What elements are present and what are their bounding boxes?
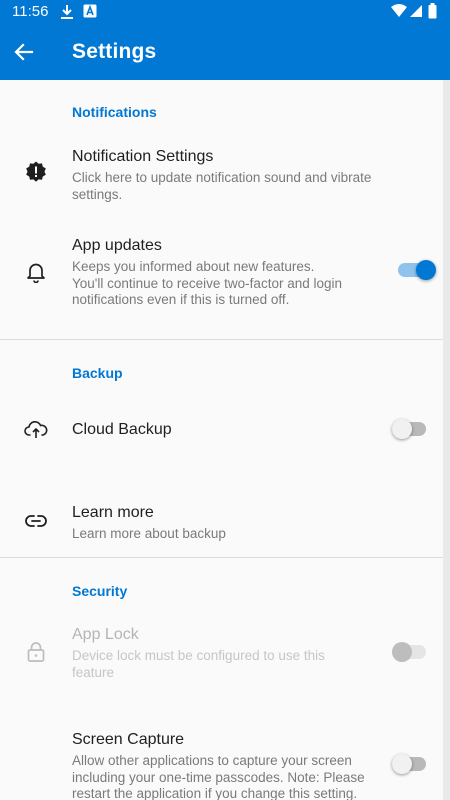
setting-screen-capture[interactable]: Screen Capture Allow other applications … — [0, 728, 443, 800]
section-header-backup: Backup — [72, 365, 123, 381]
setting-title: Screen Capture — [72, 731, 185, 748]
settings-list[interactable]: Notifications Notification Settings Clic… — [0, 80, 443, 800]
status-bar: 11:56 — [0, 0, 450, 24]
setting-subtitle: Keeps you informed about new features. Y… — [72, 259, 392, 309]
subtitle-line: restart the application if you change th… — [72, 786, 358, 800]
alert-badge-icon — [24, 160, 48, 184]
subtitle-line: You'll continue to receive two-factor an… — [72, 275, 342, 291]
cloud-backup-toggle[interactable] — [392, 417, 426, 441]
app-bar: 11:56 Settings — [0, 0, 450, 80]
screen-capture-toggle[interactable] — [392, 752, 426, 776]
subtitle-line: Keeps you informed about new features. — [72, 259, 315, 274]
setting-subtitle: Learn more about backup — [72, 526, 226, 541]
divider — [0, 557, 443, 558]
lock-icon — [24, 640, 48, 664]
subtitle-line: Device lock must be configured to use th… — [72, 648, 325, 663]
section-header-security: Security — [72, 583, 128, 599]
back-button[interactable] — [10, 38, 38, 66]
app-updates-toggle[interactable] — [398, 258, 436, 282]
setting-title: App Lock — [72, 626, 139, 643]
wifi-icon — [391, 4, 407, 22]
setting-app-lock[interactable]: App Lock Device lock must be configured … — [0, 620, 443, 690]
setting-learn-more[interactable]: Learn more Learn more about backup — [0, 495, 443, 555]
setting-app-updates[interactable]: App updates Keeps you informed about new… — [0, 228, 443, 320]
setting-title: Cloud Backup — [72, 421, 172, 438]
subtitle-line: notifications even if this is turned off… — [72, 292, 290, 307]
bell-icon — [24, 260, 48, 284]
setting-cloud-backup[interactable]: Cloud Backup — [0, 400, 443, 460]
subtitle-line: Click here to update notification sound … — [72, 170, 372, 185]
subtitle-line: including your one-time passcodes. Note:… — [72, 769, 365, 785]
app-lock-toggle — [392, 640, 426, 664]
signal-icon — [410, 4, 422, 22]
scrollbar[interactable] — [443, 80, 450, 800]
setting-subtitle: Allow other applications to capture your… — [72, 753, 402, 800]
cloud-upload-icon — [24, 418, 48, 442]
arrow-back-icon — [14, 43, 34, 61]
toggle-thumb — [392, 754, 412, 774]
setting-notification-settings[interactable]: Notification Settings Click here to upda… — [0, 136, 443, 214]
battery-icon — [428, 3, 437, 23]
subtitle-line: settings. — [72, 186, 123, 202]
app-notification-icon — [83, 4, 97, 22]
download-icon — [60, 4, 74, 24]
section-header-notifications: Notifications — [72, 104, 157, 120]
setting-title: Notification Settings — [72, 148, 214, 165]
toggle-thumb — [416, 260, 436, 280]
toggle-thumb — [392, 419, 412, 439]
status-time: 11:56 — [12, 3, 49, 20]
toggle-thumb — [392, 642, 412, 662]
link-icon — [24, 509, 48, 533]
setting-title: Learn more — [72, 504, 154, 521]
subtitle-line: Allow other applications to capture your… — [72, 753, 352, 768]
setting-subtitle: Device lock must be configured to use th… — [72, 648, 392, 681]
divider — [0, 339, 443, 340]
subtitle-line: feature — [72, 664, 115, 680]
setting-subtitle: Click here to update notification sound … — [72, 170, 392, 203]
page-title: Settings — [72, 40, 157, 63]
setting-title: App updates — [72, 237, 162, 254]
